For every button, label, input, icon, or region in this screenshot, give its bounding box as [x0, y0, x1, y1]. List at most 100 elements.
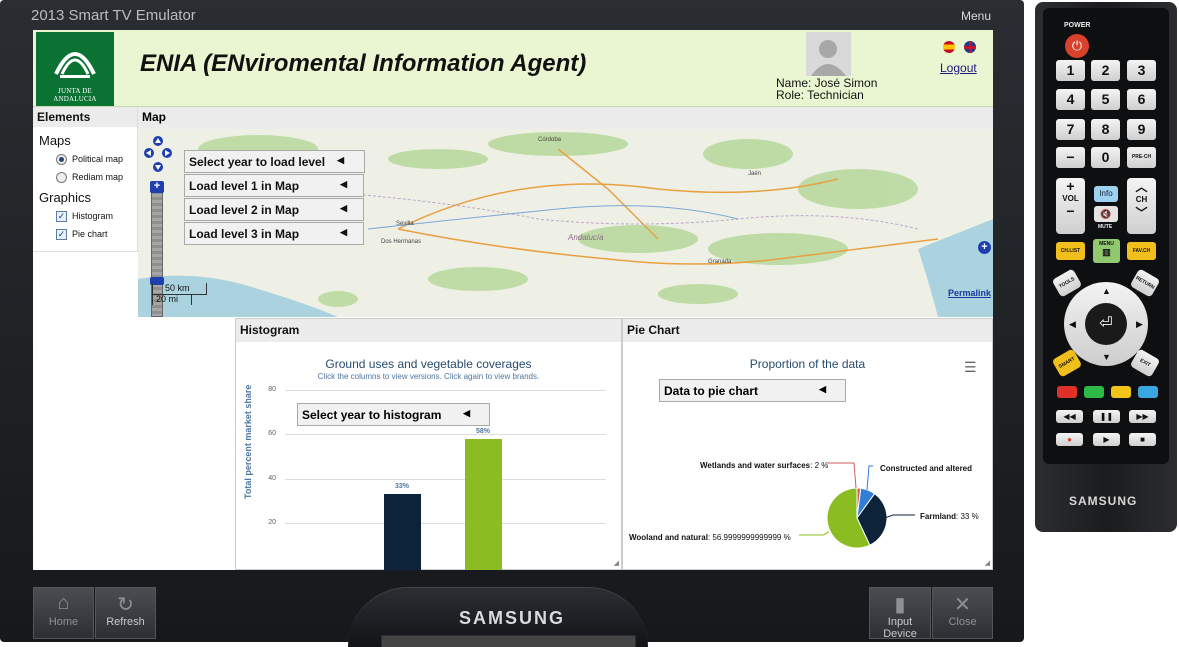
key-9[interactable]: 9 [1127, 119, 1156, 140]
key-5[interactable]: 5 [1091, 89, 1120, 110]
enter-button[interactable]: ⏎ [1085, 303, 1127, 345]
junta-logo: JUNTA DE ANDALUCIA [36, 32, 114, 106]
pause-icon[interactable]: ❚❚ [1093, 410, 1120, 423]
play-icon[interactable]: ▶ [1093, 433, 1120, 446]
power-button[interactable]: ⏻ [1065, 34, 1089, 58]
histogram-y-tick: 80 [268, 386, 276, 393]
emulator-title: 2013 Smart TV Emulator [31, 7, 196, 24]
vol-label: VOL [1062, 194, 1079, 203]
red-button[interactable] [1057, 386, 1077, 398]
pie-connector [884, 514, 915, 519]
pie-label-wooland-name: Wooland and natural [629, 533, 708, 542]
key-4[interactable]: 4 [1056, 89, 1085, 110]
map-label-jaen: Jaén [748, 171, 762, 177]
fast-forward-icon[interactable]: ▶▶ [1129, 410, 1156, 423]
stop-icon[interactable]: ■ [1129, 433, 1156, 446]
home-button[interactable]: ⌂ Home [33, 587, 94, 639]
load-level-1-label: Load level 1 in Map [189, 179, 300, 193]
logo-text: JUNTA DE ANDALUCIA [53, 87, 97, 103]
histogram-bar[interactable] [384, 493, 421, 570]
dropdown-arrow-icon: ◀ [337, 155, 344, 165]
map-label-andalucia: Andalucía [568, 233, 604, 242]
refresh-button[interactable]: ↻ Refresh [95, 587, 156, 639]
spanish-flag-icon[interactable] [943, 41, 955, 53]
home-label: Home [48, 616, 79, 628]
map-title: Map [138, 107, 993, 129]
uk-flag-icon[interactable] [964, 41, 976, 53]
tv-screen: JUNTA DE ANDALUCIA ENIA (ENviromental In… [33, 30, 993, 570]
zoom-in-button[interactable]: + [150, 181, 164, 193]
close-button[interactable]: ✕ Close [932, 587, 993, 639]
pie-label-constructed: Constructed and altered [880, 464, 972, 473]
blue-button[interactable] [1138, 386, 1158, 398]
rewind-icon[interactable]: ◀◀ [1056, 410, 1083, 423]
emulator-menu-button[interactable]: Menu [961, 9, 991, 23]
pie-chart-option-label: Pie chart [72, 229, 108, 239]
power-label: POWER [1064, 22, 1091, 29]
arrow-right-icon[interactable]: ▶ [1136, 319, 1143, 330]
tv-bottom-bar: ⌂ Home ↻ Refresh SAMSUNG ▮ Input Device … [0, 570, 1024, 647]
key-3[interactable]: 3 [1127, 60, 1156, 81]
permalink-link[interactable]: Permalink [948, 288, 991, 298]
histogram-bar[interactable] [465, 438, 502, 570]
refresh-label: Refresh [106, 616, 145, 628]
channel-rocker[interactable]: ︿ CH ﹀ [1127, 178, 1156, 234]
pan-control-icon[interactable] [144, 135, 172, 175]
input-device-button[interactable]: ▮ Input Device [869, 587, 931, 640]
key-8[interactable]: 8 [1091, 119, 1120, 140]
pie-label-farmland-name: Farmland [920, 512, 957, 521]
yellow-button[interactable] [1111, 386, 1131, 398]
arrow-left-icon[interactable]: ◀ [1069, 319, 1076, 330]
mute-button[interactable]: 🔇 [1094, 206, 1118, 222]
menu-button[interactable]: MENU ▥ [1093, 239, 1120, 263]
load-level-1-button[interactable]: Load level 1 in Map ◀ [184, 174, 364, 197]
pie-label-wetlands-value: 2 % [814, 461, 829, 470]
histogram-checkbox[interactable]: ✓ [56, 210, 67, 222]
key-1[interactable]: 1 [1056, 60, 1085, 81]
favch-button[interactable]: FAV.CH [1127, 242, 1156, 260]
key-prech[interactable]: PRE-CH [1127, 147, 1156, 168]
mute-icon: 🔇 [1100, 209, 1112, 219]
arrow-up-icon[interactable]: ▲ [1102, 286, 1111, 296]
pie-chart-option[interactable]: ✓ Pie chart [56, 227, 137, 241]
logout-link[interactable]: Logout [940, 61, 977, 75]
key-6[interactable]: 6 [1127, 89, 1156, 110]
remote-brand: SAMSUNG [1069, 494, 1138, 508]
political-map-label: Political map [72, 154, 124, 164]
layer-switcher-icon[interactable]: + [978, 241, 991, 254]
rediam-map-radio[interactable] [56, 171, 67, 183]
key-7[interactable]: 7 [1056, 119, 1085, 140]
pie-chart-checkbox[interactable]: ✓ [56, 228, 67, 240]
political-map-option[interactable]: Political map [56, 152, 137, 166]
resize-handle-icon[interactable]: ◢ [614, 559, 619, 567]
green-button[interactable] [1084, 386, 1104, 398]
key-dash[interactable]: − [1056, 147, 1085, 168]
select-year-level-button[interactable]: Select year to load level ◀ [184, 150, 365, 173]
pie-chart-panel: Pie Chart Proportion of the data ☰ Data … [622, 318, 993, 570]
app-title: ENIA (ENviromental Information Agent) [140, 50, 587, 77]
load-level-2-button[interactable]: Load level 2 in Map ◀ [184, 198, 364, 221]
resize-handle-icon[interactable]: ◢ [985, 559, 990, 567]
refresh-icon: ↻ [117, 594, 134, 616]
key-0[interactable]: 0 [1091, 147, 1120, 168]
chlist-button[interactable]: CH.LIST [1056, 242, 1085, 260]
select-year-histogram-button[interactable]: Select year to histogram ◀ [297, 403, 490, 426]
avatar [806, 32, 851, 76]
info-button[interactable]: Info [1094, 186, 1118, 202]
pie-connector [866, 465, 873, 491]
mute-label: MUTE [1098, 224, 1113, 230]
rediam-map-option[interactable]: Rediam map [56, 170, 137, 184]
key-2[interactable]: 2 [1091, 60, 1120, 81]
dropdown-arrow-icon: ◀ [340, 179, 347, 189]
map-label-cordoba: Córdoba [538, 137, 562, 143]
load-level-3-button[interactable]: Load level 3 in Map ◀ [184, 222, 364, 245]
arrow-down-icon[interactable]: ▼ [1102, 352, 1111, 362]
political-map-radio[interactable] [56, 153, 67, 165]
volume-rocker[interactable]: + VOL − [1056, 178, 1085, 234]
pie-label-wooland-value: 56.9999999999999 % [712, 533, 791, 542]
histogram-option[interactable]: ✓ Histogram [56, 209, 137, 223]
map-view[interactable]: Córdoba Sevilla Dos Hermanas Andalucía G… [138, 129, 993, 317]
pie-connector [827, 462, 857, 489]
pie-label-wooland: Wooland and natural: 56.9999999999999 % [629, 533, 791, 542]
record-icon[interactable]: ● [1056, 433, 1083, 446]
